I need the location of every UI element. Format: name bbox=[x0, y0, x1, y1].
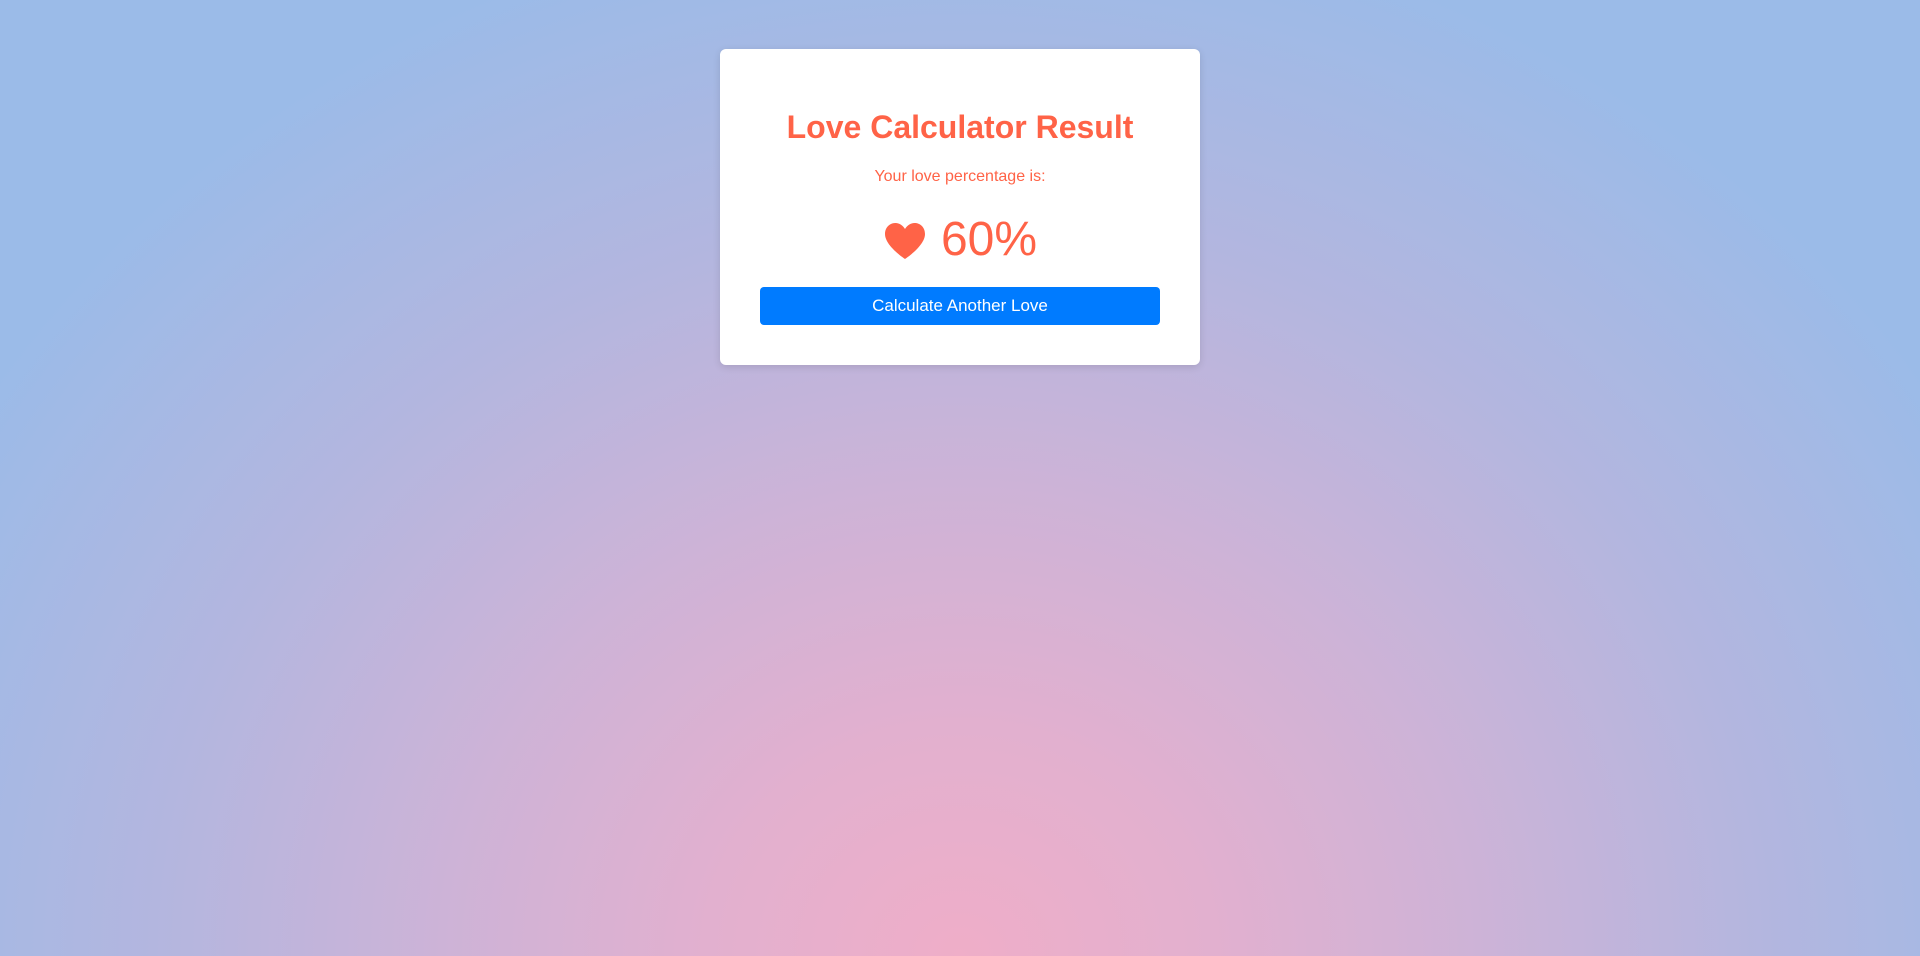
love-percentage-label: Your love percentage is: bbox=[874, 168, 1046, 185]
calculate-another-love-button[interactable]: Calculate Another Love bbox=[760, 287, 1160, 325]
result-card: Love Calculator Result Your love percent… bbox=[720, 49, 1200, 365]
love-percentage-value: 60% bbox=[940, 213, 1038, 266]
heart-icon bbox=[883, 222, 927, 260]
love-result: 60% bbox=[720, 209, 1200, 271]
page-title: Love Calculator Result bbox=[786, 109, 1134, 145]
